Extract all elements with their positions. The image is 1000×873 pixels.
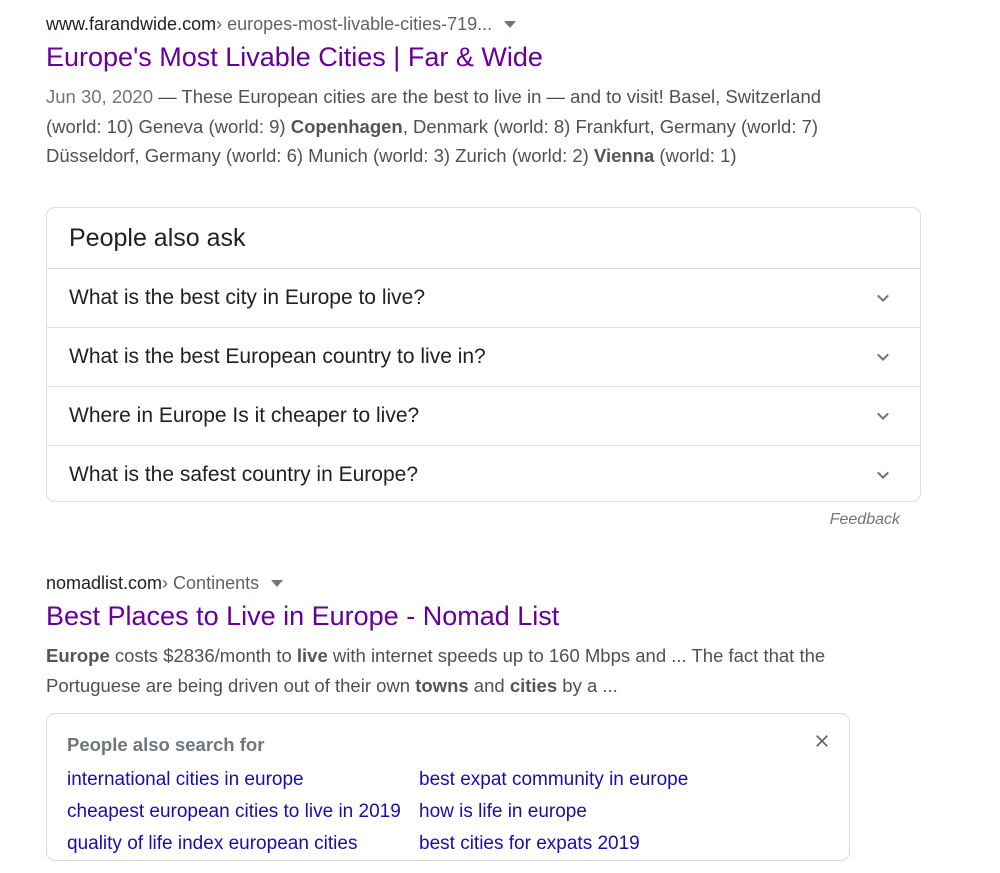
result-cite: nomadlist.com › Continents xyxy=(46,571,846,595)
result-domain[interactable]: nomadlist.com xyxy=(46,571,162,595)
close-icon[interactable] xyxy=(813,732,831,750)
snippet-bold-term: Vienna xyxy=(593,145,655,166)
feedback-link[interactable]: Feedback xyxy=(830,511,900,529)
related-search-link[interactable]: how is life in europe xyxy=(419,796,688,828)
chevron-down-icon[interactable] xyxy=(874,289,892,307)
caret-down-icon[interactable] xyxy=(271,579,284,587)
result-cite: www.farandwide.com › europes-most-livabl… xyxy=(46,12,846,36)
snippet-text: (world: 1) xyxy=(654,145,737,166)
related-search-link[interactable]: international cities in europe xyxy=(67,764,401,796)
people-also-search-for-panel: People also search for international cit… xyxy=(46,713,850,861)
people-also-ask-title: People also ask xyxy=(69,224,246,252)
snippet-bold-term: towns xyxy=(415,674,469,696)
result-domain[interactable]: www.farandwide.com xyxy=(46,12,216,36)
paa-question[interactable]: What is the best city in Europe to live? xyxy=(47,268,920,327)
result-breadcrumb-path: › Continents xyxy=(162,573,260,593)
related-search-link[interactable]: quality of life index european cities xyxy=(67,828,401,860)
snippet-text: by a ... xyxy=(557,674,618,696)
snippet-bold-term: live xyxy=(296,645,328,666)
paa-question[interactable]: What is the safest country in Europe? xyxy=(47,445,920,504)
result-date: Jun 30, 2020 xyxy=(46,86,153,107)
paa-question-text: What is the best city in Europe to live? xyxy=(69,286,426,309)
snippet-bold-term: Copenhagen xyxy=(290,115,403,137)
related-search-link[interactable]: best expat community in europe xyxy=(419,764,688,796)
snippet-bold-term: Europe xyxy=(46,645,110,666)
paa-question-text: What is the best European country to liv… xyxy=(69,345,486,368)
related-search-link[interactable]: cheapest european cities to live in 2019 xyxy=(67,796,401,828)
paa-question-text: Where in Europe Is it cheaper to live? xyxy=(69,404,420,427)
people-also-search-for-title: People also search for xyxy=(67,734,265,755)
chevron-down-icon[interactable] xyxy=(874,348,892,366)
snippet-text: and xyxy=(468,674,510,696)
search-result-nomadlist: nomadlist.com › Continents Best Places t… xyxy=(46,571,846,700)
result-snippet: Jun 30, 2020 — These European cities are… xyxy=(46,82,846,171)
chevron-down-icon[interactable] xyxy=(874,407,892,425)
result-title-link[interactable]: Best Places to Live in Europe - Nomad Li… xyxy=(46,599,846,633)
chevron-down-icon[interactable] xyxy=(874,466,892,484)
related-searches-right-column: best expat community in europe how is li… xyxy=(419,764,688,860)
result-snippet-text: — These European cities are the best to … xyxy=(46,86,821,166)
snippet-text: costs $2836/month to xyxy=(109,645,297,666)
snippet-bold-term: cities xyxy=(509,674,558,696)
search-result-farandwide: www.farandwide.com › europes-most-livabl… xyxy=(46,12,846,171)
caret-down-icon[interactable] xyxy=(504,20,517,28)
paa-question-text: What is the safest country in Europe? xyxy=(69,463,419,486)
result-breadcrumb-path: › europes-most-livable-cities-719... xyxy=(216,14,493,34)
result-title-link[interactable]: Europe's Most Livable Cities | Far & Wid… xyxy=(46,40,846,74)
people-also-ask-panel: People also ask What is the best city in… xyxy=(46,207,921,502)
paa-question[interactable]: Where in Europe Is it cheaper to live? xyxy=(47,386,920,445)
related-search-link[interactable]: best cities for expats 2019 xyxy=(419,828,688,860)
related-searches-left-column: international cities in europe cheapest … xyxy=(67,764,401,860)
paa-question[interactable]: What is the best European country to liv… xyxy=(47,327,920,386)
result-snippet: Europe costs $2836/month to live with in… xyxy=(46,641,846,700)
